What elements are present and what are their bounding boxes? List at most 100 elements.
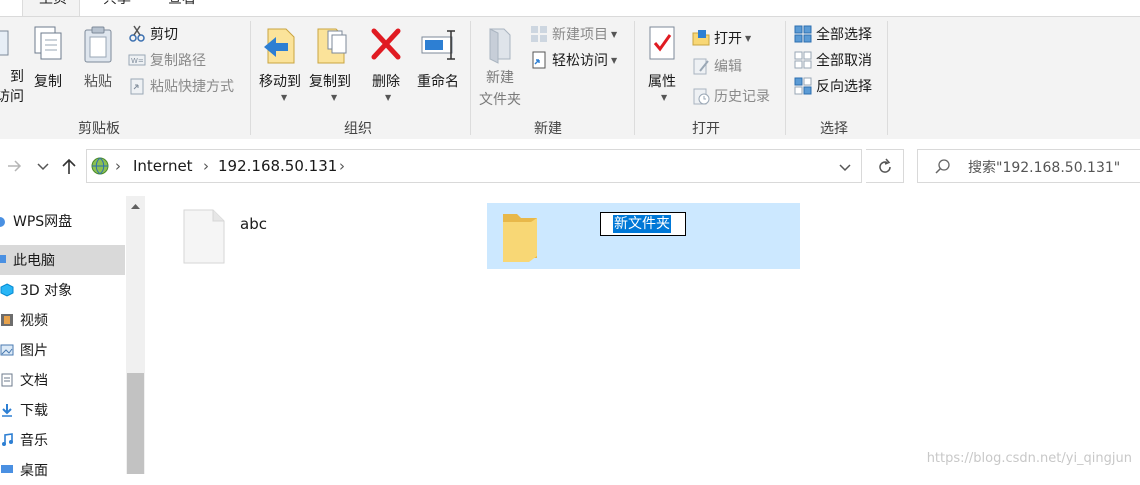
arrow-up-icon — [62, 158, 76, 174]
rename-button[interactable]: 重命名 — [412, 25, 464, 91]
breadcrumb-host[interactable]: 192.168.50.131 — [218, 157, 337, 175]
scissors-icon — [129, 25, 145, 42]
select-all-icon — [794, 25, 812, 43]
properties-button[interactable]: 属性 ▼ — [642, 25, 682, 102]
nav-item-documents[interactable]: 文档 — [0, 365, 125, 395]
svg-text:W=: W= — [131, 57, 144, 65]
search-icon — [935, 159, 950, 174]
file-item[interactable]: abc — [183, 209, 383, 269]
new-folder-button[interactable]: 新建 文件夹 — [476, 25, 524, 109]
nav-item-this-pc[interactable]: 此电脑 — [0, 245, 125, 275]
chevron-down-icon: ▼ — [281, 93, 288, 102]
rename-icon — [421, 30, 455, 60]
address-bar[interactable]: › Internet › 192.168.50.131 › — [86, 149, 862, 183]
nav-item-desktop[interactable]: 桌面 — [0, 455, 125, 485]
select-none-icon — [794, 51, 812, 69]
chevron-down-icon: ▼ — [661, 93, 668, 102]
paste-shortcut-icon — [130, 78, 144, 95]
chevron-down-icon: ▼ — [745, 33, 752, 43]
ribbon-tab-strip: 主页 共享 查看 — [0, 0, 1140, 16]
clipboard-icon — [84, 26, 112, 63]
new-item-icon — [531, 26, 547, 42]
recent-locations-button[interactable] — [34, 156, 52, 176]
rename-selected-text: 新文件夹 — [613, 215, 671, 233]
open-button[interactable]: 打开 ▼ — [692, 27, 751, 49]
delete-button[interactable]: 删除 ▼ — [366, 25, 406, 102]
new-folder-icon — [489, 28, 511, 64]
select-all-button[interactable]: 全部选择 — [794, 23, 872, 45]
network-icon — [91, 157, 109, 175]
copy-button[interactable]: 复制 — [28, 25, 68, 91]
up-button[interactable] — [58, 154, 80, 178]
move-to-button[interactable]: 移动到 ▼ — [256, 25, 304, 102]
separator — [250, 21, 251, 135]
chevron-right-icon: › — [115, 157, 121, 175]
invert-selection-button[interactable]: 反向选择 — [794, 75, 872, 97]
nav-item-downloads[interactable]: 下载 — [0, 395, 125, 425]
search-placeholder: 搜索"192.168.50.131" — [968, 160, 1121, 176]
file-name: abc — [240, 215, 267, 233]
separator — [470, 21, 471, 135]
computer-icon — [0, 255, 6, 263]
nav-item-videos[interactable]: 视频 — [0, 305, 125, 335]
refresh-icon — [879, 158, 891, 173]
cloud-icon — [0, 217, 5, 227]
clipboard-group-label: 剪贴板 — [78, 121, 120, 137]
download-icon — [2, 404, 12, 417]
nav-item-wps-cloud[interactable]: WPS网盘 — [0, 206, 125, 236]
address-dropdown-icon[interactable] — [835, 157, 855, 177]
chevron-right-icon: › — [339, 157, 345, 175]
pin-quick-access-button[interactable]: 到 访问 — [0, 25, 24, 107]
open-folder-icon — [692, 30, 710, 46]
select-group-label: 选择 — [820, 121, 848, 137]
chevron-down-icon: ▼ — [331, 93, 338, 102]
tab-home[interactable]: 主页 — [22, 0, 80, 16]
chevron-down-icon — [37, 163, 49, 171]
invert-selection-icon — [794, 77, 812, 95]
separator — [887, 21, 888, 135]
easy-access-button[interactable]: 轻松访问 ▼ — [530, 49, 617, 71]
separator — [634, 21, 635, 135]
edit-icon — [693, 58, 709, 75]
nav-item-music[interactable]: 音乐 — [0, 425, 125, 455]
tab-view[interactable]: 查看 — [165, 0, 205, 16]
breadcrumb-internet[interactable]: Internet — [133, 157, 193, 175]
copy-to-button[interactable]: 复制到 ▼ — [306, 25, 354, 102]
watermark: https://blog.csdn.net/yi_qingjun — [926, 451, 1132, 466]
forward-button[interactable] — [2, 154, 26, 178]
history-icon — [693, 88, 710, 105]
ribbon: 到 访问 复制 粘贴 剪切 W= 复制路径 粘贴快捷方式 剪贴板 移动到 ▼ 复… — [0, 16, 1140, 140]
nav-item-3d-objects[interactable]: 3D 对象 — [0, 275, 125, 305]
cut-button[interactable]: 剪切 — [128, 23, 178, 45]
path-icon: W= — [128, 54, 146, 66]
copy-path-button[interactable]: W= 复制路径 — [128, 49, 206, 71]
refresh-button[interactable] — [866, 149, 904, 183]
film-icon — [1, 314, 13, 326]
delete-x-icon — [371, 28, 401, 60]
open-group-label: 打开 — [692, 121, 720, 137]
paste-button[interactable]: 粘贴 — [78, 25, 118, 91]
tab-share[interactable]: 共享 — [100, 0, 140, 16]
history-button[interactable]: 历史记录 — [692, 85, 770, 107]
chevron-down-icon: ▼ — [385, 93, 392, 102]
paste-shortcut-button[interactable]: 粘贴快捷方式 — [128, 75, 234, 97]
chevron-down-icon: ▼ — [611, 55, 618, 65]
nav-scrollbar-thumb[interactable] — [127, 373, 144, 474]
picture-icon — [0, 344, 14, 356]
scroll-up-icon[interactable] — [126, 198, 145, 216]
select-none-button[interactable]: 全部取消 — [794, 49, 872, 71]
organize-group-label: 组织 — [344, 121, 372, 137]
desktop-icon — [1, 465, 13, 473]
music-icon — [2, 433, 13, 446]
rename-input[interactable]: 新文件夹 — [600, 212, 686, 236]
edit-button[interactable]: 编辑 — [692, 55, 742, 77]
nav-item-pictures[interactable]: 图片 — [0, 335, 125, 365]
cube-icon — [0, 283, 14, 297]
new-item-button[interactable]: 新建项目 ▼ — [530, 23, 617, 45]
navigation-pane: WPS网盘 此电脑 3D 对象 视频 图片 文档 下载 音乐 桌面 — [0, 196, 146, 479]
separator — [785, 21, 786, 135]
easy-access-icon — [532, 51, 546, 69]
search-box[interactable]: 搜索"192.168.50.131" — [917, 149, 1140, 183]
move-to-icon — [264, 28, 295, 64]
pin-icon — [0, 30, 9, 56]
